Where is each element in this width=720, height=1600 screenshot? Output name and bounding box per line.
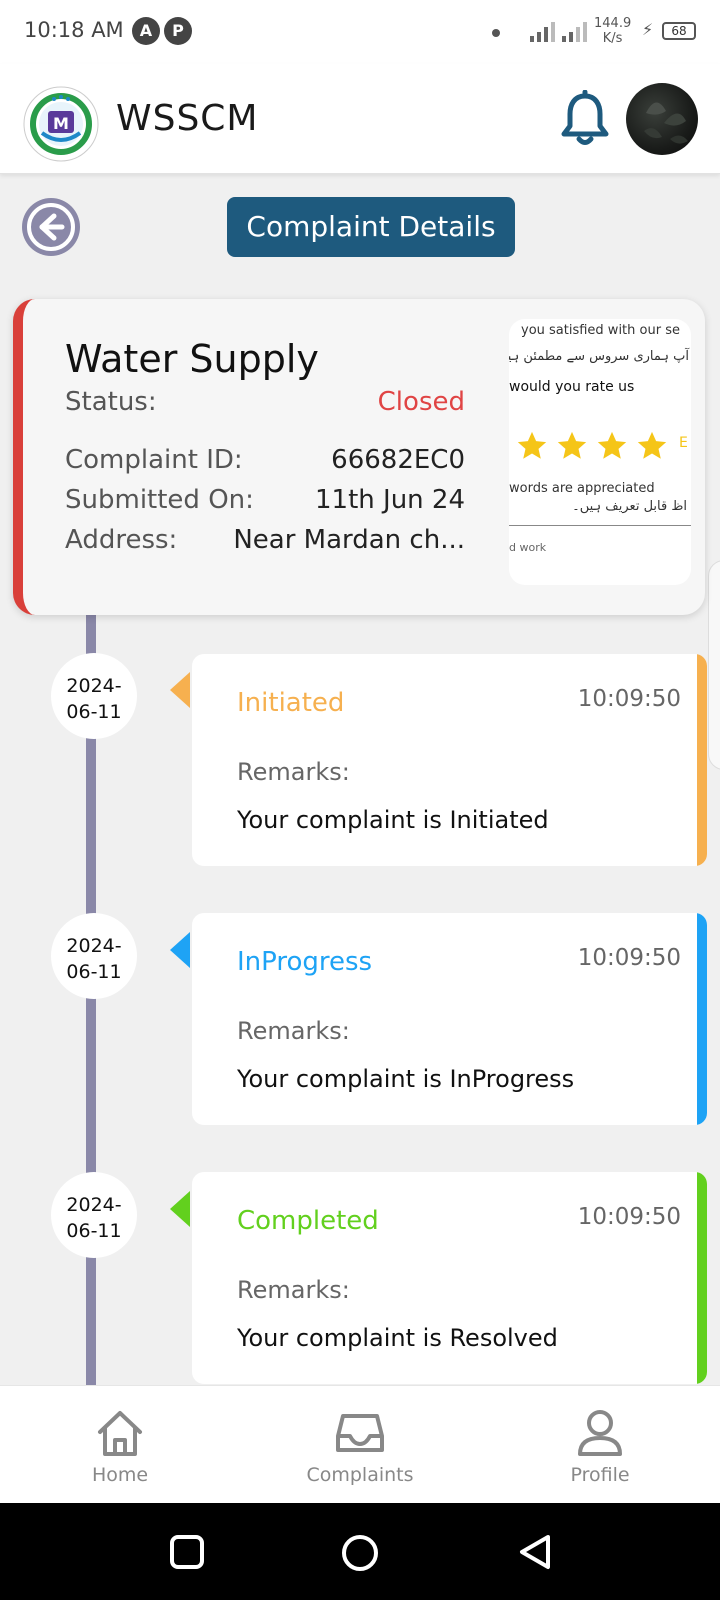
status-color-bar <box>697 1172 707 1384</box>
svg-text:M: M <box>53 114 69 133</box>
rating-question-urdu: آپ ہماری سروس سے مطمئن ہیں <box>509 349 689 364</box>
remarks-text: Your complaint is Initiated <box>237 806 549 834</box>
system-navigation-bar <box>0 1503 720 1600</box>
status-color-bar <box>697 654 707 866</box>
notification-bell-icon[interactable] <box>560 90 610 148</box>
timeline-date: 2024- 06-11 <box>51 1172 137 1258</box>
rate-prompt: would you rate us <box>509 379 635 395</box>
feedback-hint[interactable]: d work <box>509 541 546 554</box>
nav-home-label: Home <box>91 1464 149 1486</box>
event-time: 10:09:50 <box>577 686 681 712</box>
status-row: Status: Closed <box>65 387 465 417</box>
notification-app-icon: A <box>132 17 160 45</box>
nav-profile-label: Profile <box>570 1464 630 1486</box>
timeline-event-card: InProgress 10:09:50 Remarks: Your compla… <box>192 913 707 1125</box>
timeline-event-card: Initiated 10:09:50 Remarks: Your complai… <box>192 654 707 866</box>
complaint-category: Water Supply <box>65 337 319 381</box>
rating-panel[interactable]: you satisfied with our se آپ ہماری سروس … <box>509 319 691 585</box>
event-status: InProgress <box>237 947 373 977</box>
event-status: Completed <box>237 1206 379 1236</box>
complaint-id-label: Complaint ID: <box>65 445 243 475</box>
status-bar: 10:18 AM A P 144.9 K/s ⚡ 68 <box>0 0 720 64</box>
rating-question: you satisfied with our se <box>521 323 680 338</box>
notification-dot-icon <box>492 29 500 37</box>
user-avatar[interactable] <box>626 83 698 155</box>
timeline-pointer <box>170 672 190 708</box>
event-time: 10:09:50 <box>577 1204 681 1230</box>
submitted-value: 11th Jun 24 <box>315 485 465 515</box>
arrow-left-icon <box>27 203 75 251</box>
nav-complaints[interactable]: Complaints <box>280 1408 440 1486</box>
star-icon[interactable] <box>555 429 589 463</box>
status-label: Status: <box>65 387 157 417</box>
submitted-label: Submitted On: <box>65 485 254 515</box>
address-value: Near Mardan ch... <box>233 525 465 555</box>
remarks-label: Remarks: <box>237 758 350 786</box>
nav-complaints-label: Complaints <box>306 1464 414 1486</box>
rating-label: E <box>679 435 688 451</box>
status-value: Closed <box>377 387 465 417</box>
complaint-id-row: Complaint ID: 66682EC0 <box>65 445 465 475</box>
remarks-text: Your complaint is Resolved <box>237 1324 558 1352</box>
back-button[interactable] <box>22 198 80 256</box>
status-color-bar <box>697 913 707 1125</box>
signal-icon <box>562 22 587 42</box>
appreciation-text: words are appreciated <box>509 481 655 496</box>
complaint-id-value: 66682EC0 <box>331 445 465 475</box>
event-status: Initiated <box>237 688 345 718</box>
remarks-label: Remarks: <box>237 1276 350 1304</box>
star-icon[interactable] <box>635 429 669 463</box>
status-time: 10:18 AM <box>24 18 124 42</box>
star-icon[interactable] <box>515 429 549 463</box>
complaint-summary-card: Water Supply Status: Closed Complaint ID… <box>13 299 705 615</box>
remarks-text: Your complaint is InProgress <box>237 1065 575 1093</box>
feedback-input-line <box>509 525 691 526</box>
network-speed: 144.9 K/s <box>594 16 632 46</box>
page-title: Complaint Details <box>227 197 515 257</box>
charging-icon: ⚡ <box>642 20 654 39</box>
battery-icon: 68 <box>662 22 696 40</box>
signal-icon <box>530 22 555 42</box>
timeline-pointer <box>170 1191 190 1227</box>
home-icon <box>98 1411 142 1456</box>
timeline-date: 2024- 06-11 <box>51 913 137 999</box>
nav-profile[interactable]: Profile <box>520 1408 680 1486</box>
recent-apps-icon[interactable] <box>168 1533 206 1571</box>
remarks-label: Remarks: <box>237 1017 350 1045</box>
side-panel-edge[interactable] <box>708 560 720 770</box>
appreciation-text-urdu: اظ قابل تعریف ہیں۔ <box>572 499 687 514</box>
app-name: WSSCM <box>116 98 259 139</box>
timeline-pointer <box>170 932 190 968</box>
bottom-navigation: Home Complaints Profile <box>0 1385 720 1503</box>
address-label: Address: <box>65 525 178 555</box>
wsscm-logo: M <box>23 86 99 162</box>
timeline-event-card: Completed 10:09:50 Remarks: Your complai… <box>192 1172 707 1384</box>
star-icon[interactable] <box>595 429 629 463</box>
event-time: 10:09:50 <box>577 945 681 971</box>
home-circle-icon[interactable] <box>340 1533 380 1573</box>
app-header: M WSSCM <box>0 64 720 174</box>
address-row: Address: Near Mardan ch... <box>65 525 465 555</box>
inbox-icon <box>336 1414 384 1452</box>
notification-app-icon: P <box>164 17 192 45</box>
timeline-date: 2024- 06-11 <box>51 653 137 739</box>
user-icon <box>578 1410 622 1456</box>
nav-home[interactable]: Home <box>40 1408 200 1486</box>
back-triangle-icon[interactable] <box>516 1533 554 1571</box>
submitted-row: Submitted On: 11th Jun 24 <box>65 485 465 515</box>
